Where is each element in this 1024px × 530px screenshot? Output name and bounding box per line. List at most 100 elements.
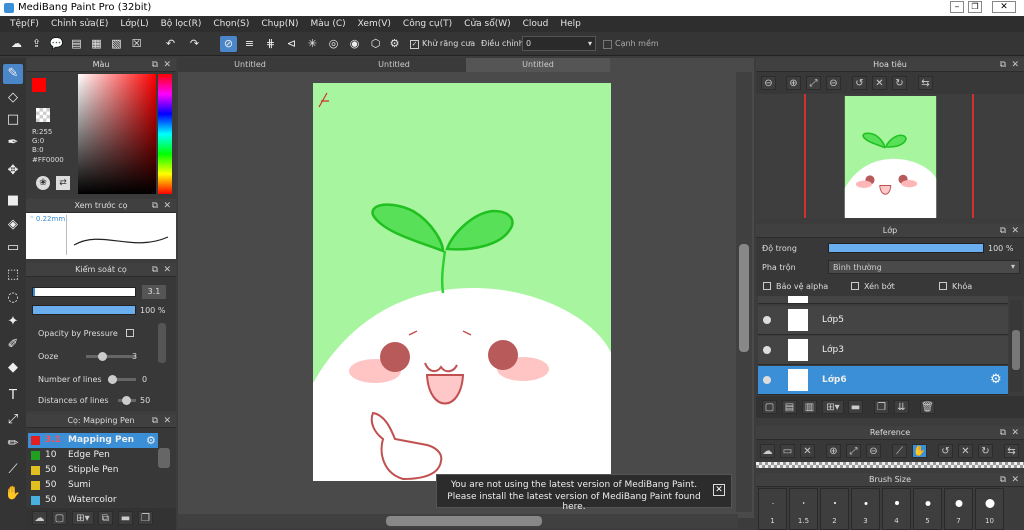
menu-item-8[interactable]: Công cụ(T)	[397, 19, 458, 29]
brush-size-preset[interactable]: 7	[944, 488, 973, 530]
brush-item[interactable]: 10 Edge Pen	[28, 448, 158, 463]
drawing-canvas[interactable]	[313, 83, 611, 481]
layer-opacity-slider[interactable]	[828, 243, 984, 253]
tab-untitled-1[interactable]: Untitled	[178, 58, 322, 72]
close-panel-icon[interactable]: ✕	[1011, 224, 1019, 238]
lines-slider[interactable]	[108, 375, 136, 384]
canvas-horizontal-scrollbar[interactable]	[178, 514, 738, 528]
new-layer-icon[interactable]: ▢	[762, 400, 777, 414]
close-panel-icon[interactable]: ✕	[163, 199, 171, 213]
delete-layer-icon[interactable]: 🗑	[920, 400, 935, 414]
layer-row-selected[interactable]: Lớp6 ⚙	[758, 366, 1008, 395]
brush-item[interactable]: 50 Watercolor	[28, 493, 158, 508]
reference-cloud-icon[interactable]: ☁	[760, 444, 775, 458]
undo-icon[interactable]: ↶	[162, 36, 179, 52]
grid-snap-icon[interactable]: ⋕	[262, 36, 279, 52]
close-panel-icon[interactable]: ✕	[163, 263, 171, 277]
undock-icon[interactable]: ⧉	[152, 263, 158, 277]
cloud-icon[interactable]: ☁	[8, 36, 25, 52]
hue-slider[interactable]	[158, 74, 172, 194]
layer-folder-icon[interactable]: ▬	[848, 400, 863, 414]
page-icon[interactable]: ▦	[88, 36, 105, 52]
palette-icon[interactable]: ❀	[36, 176, 50, 190]
close-reference-icon[interactable]: ✕	[800, 444, 815, 458]
brush-cloud-icon[interactable]: ☁	[32, 511, 47, 525]
navigator-preview[interactable]	[756, 94, 1024, 218]
opacity-slider[interactable]	[32, 305, 136, 315]
parallel-snap-icon[interactable]: ≡	[241, 36, 258, 52]
undock-icon[interactable]: ⧉	[1000, 58, 1006, 72]
undock-icon[interactable]: ⧉	[152, 199, 158, 213]
select-pen-icon[interactable]: ✐	[3, 335, 23, 355]
minimize-button[interactable]: –	[950, 1, 964, 13]
brush-size-preset[interactable]: 3	[851, 488, 880, 530]
close-panel-icon[interactable]: ✕	[1011, 58, 1019, 72]
ellipse-snap-icon[interactable]: ◉	[346, 36, 363, 52]
transparent-color[interactable]	[36, 108, 50, 122]
settings-icon[interactable]: ⚙	[386, 36, 403, 52]
protect-alpha-checkbox[interactable]	[763, 282, 771, 290]
folder-icon[interactable]: ▬	[118, 511, 133, 525]
close-panel-icon[interactable]: ✕	[163, 414, 171, 428]
redo-icon[interactable]: ↷	[186, 36, 203, 52]
ref-eyedropper-icon[interactable]: ⟋	[892, 444, 907, 458]
size-slider[interactable]	[32, 287, 136, 297]
update-notification[interactable]: You are not using the latest version of …	[436, 474, 732, 512]
new-8bit-layer-icon[interactable]: ▥	[802, 400, 817, 414]
canvas-vertical-scrollbar[interactable]	[736, 72, 752, 512]
merge-layer-icon[interactable]: ⇊	[894, 400, 909, 414]
snap-off-icon[interactable]: ⊘	[220, 36, 237, 52]
ref-fit-icon[interactable]: ⤢	[846, 444, 861, 458]
ref-zoom-out-icon[interactable]: ⊖	[866, 444, 881, 458]
gradient-tool-icon[interactable]: ▭	[3, 238, 23, 258]
text-tool-icon[interactable]: T	[3, 386, 23, 406]
zoom-in-icon[interactable]: ⊕	[786, 76, 801, 90]
close-panel-icon[interactable]: ✕	[1011, 473, 1019, 487]
blend-select[interactable]: Bình thường ▾	[828, 260, 1020, 274]
menu-item-2[interactable]: Lớp(L)	[114, 19, 154, 29]
brush-item[interactable]: 50 Stipple Pen	[28, 463, 158, 478]
add-brush-icon[interactable]: ⊞▾	[72, 511, 94, 525]
rotate-right-icon[interactable]: ↻	[892, 76, 907, 90]
undock-icon[interactable]: ⧉	[1000, 224, 1006, 238]
notification-line-2[interactable]: Please install the latest version of Med…	[444, 492, 704, 512]
rect-tool-icon[interactable]: □	[3, 110, 23, 130]
opacity-pressure-checkbox[interactable]	[126, 329, 134, 337]
duplicate-layer-icon[interactable]: ❐	[874, 400, 889, 414]
color-square[interactable]	[78, 74, 156, 194]
eraser-tool-icon[interactable]: ◇	[3, 88, 23, 108]
brush-size-preset[interactable]: 1.5	[789, 488, 818, 530]
ooze-slider[interactable]	[86, 352, 136, 361]
eyedropper-icon[interactable]: ⟋	[3, 460, 23, 480]
brush-size-preset[interactable]: 1	[758, 488, 787, 530]
brush-tool-icon[interactable]: ✎	[3, 64, 23, 84]
pen-tool-icon[interactable]: ✒	[3, 133, 23, 153]
brush-settings-icon[interactable]: ⚙	[146, 434, 156, 447]
close-button[interactable]: ✕	[992, 1, 1016, 13]
reset-icon[interactable]: ✕	[872, 76, 887, 90]
select-eraser-icon[interactable]: ◆	[3, 358, 23, 378]
menu-item-4[interactable]: Chọn(S)	[207, 19, 255, 29]
move-tool-icon[interactable]: ✥	[3, 161, 23, 181]
brush-size-preset[interactable]: 4	[882, 488, 911, 530]
adjust-field[interactable]: 0 ▾	[522, 36, 596, 51]
color-swap-icon[interactable]: ⇄	[56, 176, 70, 190]
fit-icon[interactable]: ⤢	[806, 76, 821, 90]
menu-item-1[interactable]: Chỉnh sửa(E)	[45, 19, 114, 29]
ref-zoom-in-icon[interactable]: ⊕	[826, 444, 841, 458]
flip-icon[interactable]: ⇆	[918, 76, 933, 90]
visibility-icon[interactable]	[763, 316, 771, 324]
brush-item[interactable]: 3.1 Mapping Pen ⚙	[28, 433, 158, 448]
layer-row[interactable]: Lớp3	[758, 336, 1008, 365]
primary-color[interactable]	[32, 78, 46, 92]
bucket-tool-icon[interactable]: ◈	[3, 215, 23, 235]
layer-scrollbar[interactable]	[1010, 300, 1022, 392]
close-panel-icon[interactable]: ✕	[163, 58, 171, 72]
share-icon[interactable]: ⇪	[28, 36, 45, 52]
new-brush-icon[interactable]: ▢	[52, 511, 67, 525]
lasso-tool-icon[interactable]: ◌	[3, 288, 23, 308]
open-reference-icon[interactable]: ▭	[780, 444, 795, 458]
comment-icon[interactable]: 💬	[48, 36, 65, 52]
brush-size-preset[interactable]: 2	[820, 488, 849, 530]
maximize-button[interactable]: ❐	[968, 1, 982, 13]
